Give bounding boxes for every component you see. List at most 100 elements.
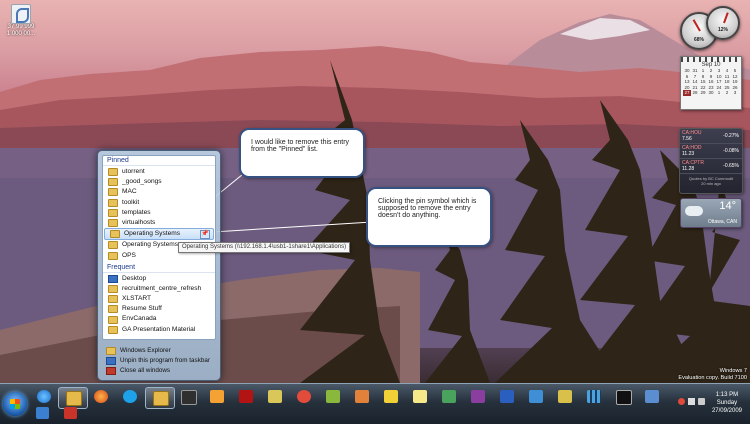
pinned-item[interactable]: toolkit: [103, 198, 215, 208]
stock-price: 11.28: [682, 166, 695, 172]
frequent-item[interactable]: GA Presentation Material: [103, 325, 215, 335]
taskbar-filezilla[interactable]: [232, 387, 260, 407]
app-icon: [587, 390, 601, 403]
cpu-needle: [692, 19, 701, 32]
taskbar-rdp[interactable]: [522, 387, 550, 407]
taskbar-monitor[interactable]: [638, 387, 666, 407]
pinned-header: Pinned: [103, 156, 215, 166]
folder-icon: [108, 198, 118, 207]
app-icon: [64, 407, 77, 419]
taskbar-firefox[interactable]: [87, 387, 115, 407]
item-label: Unpin this program from taskbar: [120, 357, 210, 364]
pinned-item[interactable]: templates: [103, 208, 215, 218]
start-button[interactable]: [3, 392, 27, 416]
stocks-gadget[interactable]: CA:HOU 7.56 -0.27% CA:HOD 11.23 -0.08% CA:CP…: [679, 128, 743, 194]
item-label: Close all windows: [120, 367, 171, 374]
item-label: GA Presentation Material: [122, 325, 196, 333]
taskbar-explorer-2[interactable]: [145, 387, 175, 409]
app-icon: [268, 390, 282, 403]
taskbar-app-orange-2[interactable]: [348, 387, 376, 407]
frequent-item[interactable]: recruitment_centre_refresh: [103, 284, 215, 294]
taskbar-explorer[interactable]: [58, 387, 88, 409]
frequent-item[interactable]: EnvCanada: [103, 314, 215, 324]
desktop: 37 99 999 1 000 00... Pinned utorrent _g…: [0, 0, 750, 383]
folder-icon: [66, 391, 82, 406]
taskbar-network[interactable]: [435, 387, 463, 407]
frequent-item[interactable]: XLSTART: [103, 294, 215, 304]
calendar-day: 27: [683, 90, 691, 96]
pinned-item[interactable]: virtualhosts: [103, 218, 215, 228]
clock-day: Sunday: [716, 400, 738, 406]
stock-price: 7.56: [682, 136, 692, 142]
watermark-line-2: Evaluation copy. Build 7100: [678, 375, 747, 381]
taskbar: 1:13 PM Sunday 27/09/2009: [0, 383, 750, 424]
clock-time: 1:13 PM: [715, 392, 739, 398]
folder-icon: [110, 230, 120, 239]
calendar-grid: 30 31 1 2 3 4 5 6 7 8 9 10 11 12 13 14 15 16 17 18 19 20 21 22 2…: [681, 68, 741, 96]
taskbar-app-yellow[interactable]: [551, 387, 579, 407]
stocks-footer: Quotes by BC Commodit 20 min ago: [680, 176, 742, 186]
taskbar-ie[interactable]: [30, 387, 58, 407]
item-label: Operating Systems: [122, 241, 179, 249]
calendar-day: 2: [725, 90, 729, 95]
taskbar-skype[interactable]: [116, 387, 144, 407]
folder-icon: [108, 168, 118, 177]
taskbar-media[interactable]: [174, 387, 202, 407]
watermark-line-1: Windows 7: [719, 368, 747, 374]
shortcut-caption-1: 37 99 999: [7, 24, 35, 30]
item-label: recruitment_centre_refresh: [122, 284, 202, 292]
weather-city: Ottawa, CAN: [707, 219, 737, 225]
taskbar-row2-app[interactable]: [30, 407, 58, 421]
unpin-icon[interactable]: 📌: [200, 230, 210, 240]
item-label: templates: [122, 208, 151, 216]
jump-list-tasks: Windows Explorer Unpin this program from…: [102, 346, 216, 376]
clock[interactable]: 1:13 PM Sunday 27/09/2009: [712, 391, 742, 415]
item-label: Operating Systems: [124, 230, 181, 238]
taskbar-notes[interactable]: [406, 387, 434, 407]
task-windows-explorer[interactable]: Windows Explorer: [102, 346, 216, 356]
clock-date: 27/09/2009: [711, 408, 742, 414]
stock-change: -0.65%: [723, 163, 739, 169]
taskbar-app-red[interactable]: [290, 387, 318, 407]
taskbar-app-orange[interactable]: [203, 387, 231, 407]
remote-desktop-icon: [529, 390, 543, 403]
folder-icon: [108, 208, 118, 217]
task-unpin-program[interactable]: Unpin this program from taskbar: [102, 356, 216, 366]
memory-meter-gadget[interactable]: 12%: [706, 6, 740, 40]
taskbar-app-green[interactable]: [261, 387, 289, 407]
explorer-icon: [106, 347, 116, 355]
pinned-item[interactable]: MAC: [103, 187, 215, 197]
taskbar-paint[interactable]: [319, 387, 347, 407]
mail-icon: [384, 390, 398, 403]
onenote-icon: [471, 390, 485, 403]
taskbar-onenote[interactable]: [464, 387, 492, 407]
weather-gadget[interactable]: 14° Ottawa, CAN: [680, 198, 742, 228]
desktop-shortcut[interactable]: 37 99 999 1 000 00...: [6, 4, 36, 38]
memory-label: 12%: [717, 27, 728, 33]
taskbar-word[interactable]: [493, 387, 521, 407]
folder-icon: [108, 241, 118, 250]
stock-change: -0.27%: [723, 133, 739, 139]
pinned-item[interactable]: utorrent: [103, 167, 215, 177]
frequent-item[interactable]: Resume Stuff: [103, 304, 215, 314]
stocks-time: 20 min ago: [701, 181, 721, 186]
notification-icon[interactable]: [678, 398, 685, 405]
frequent-item[interactable]: Desktop: [103, 274, 215, 284]
item-label: XLSTART: [122, 295, 152, 303]
pinned-item-highlighted[interactable]: Operating Systems 📌: [104, 228, 214, 241]
folder-icon: [108, 325, 118, 334]
folder-icon: [108, 188, 118, 197]
taskbar-mail[interactable]: [377, 387, 405, 407]
calendar-gadget[interactable]: Sep 10 30 31 1 2 3 4 5 6 7 8 9 10 11 12 13 14 15 16 17 18 19…: [680, 56, 742, 110]
skype-icon: [123, 390, 137, 403]
volume-icon[interactable]: [698, 398, 705, 405]
task-close-all-windows[interactable]: Close all windows: [102, 366, 216, 376]
taskbar-cmd[interactable]: [609, 387, 637, 407]
item-label: MAC: [122, 188, 137, 196]
item-label: utorrent: [122, 168, 145, 175]
network-tray-icon[interactable]: [688, 398, 695, 405]
taskbar-row2-app[interactable]: [58, 407, 86, 421]
taskbar-app-grid[interactable]: [580, 387, 608, 407]
pinned-item[interactable]: _good_songs: [103, 177, 215, 187]
explorer-jump-list: Pinned utorrent _good_songs MAC toolkit …: [97, 150, 221, 381]
